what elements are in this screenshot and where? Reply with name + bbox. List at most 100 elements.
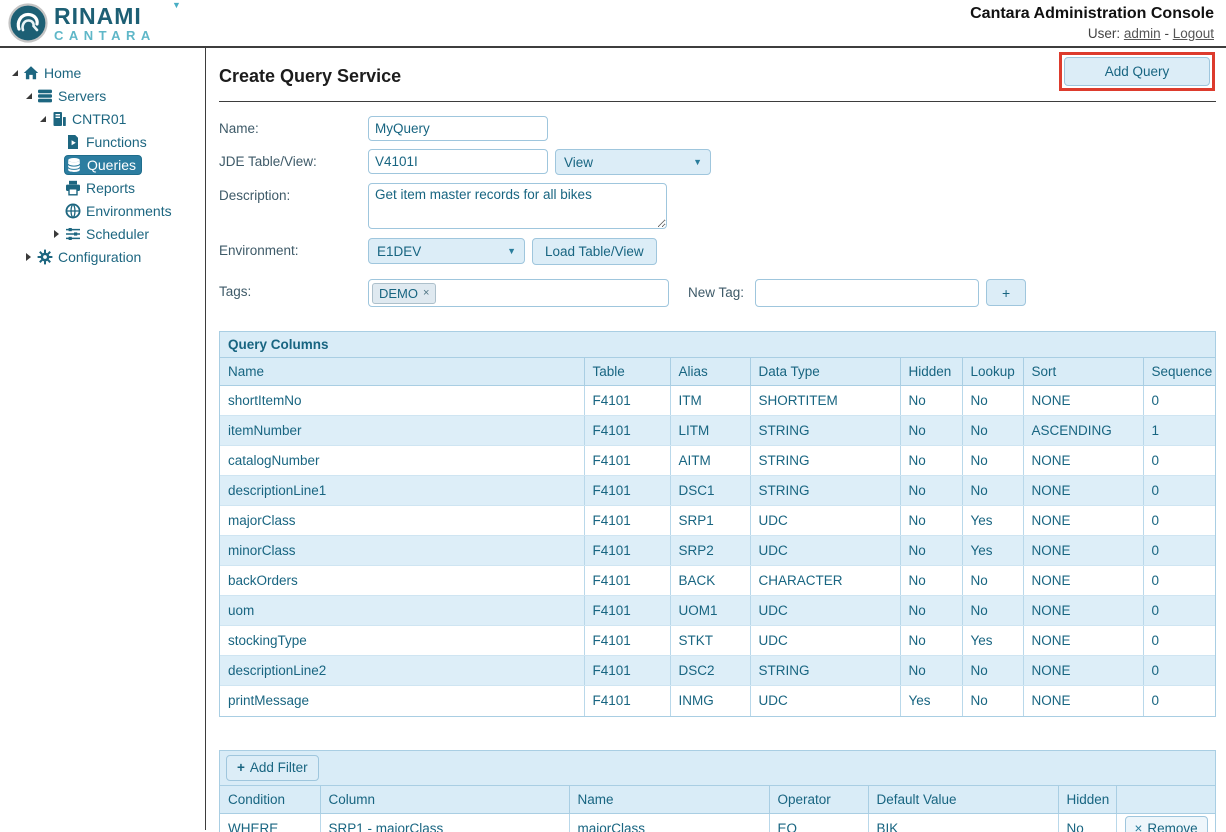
sidebar-item-queries[interactable]: Queries xyxy=(0,153,205,176)
tags-input[interactable]: DEMO × xyxy=(368,279,669,307)
new-tag-label: New Tag: xyxy=(688,285,745,300)
sidebar-item-environments[interactable]: Environments xyxy=(0,199,205,222)
table-cell: NONE xyxy=(1023,655,1144,686)
filter-toolbar: + Add Filter xyxy=(220,750,1215,786)
column-header-sort: Sort xyxy=(1023,358,1144,386)
table-cell: NONE xyxy=(1023,475,1144,506)
sidebar-item-configuration[interactable]: Configuration xyxy=(0,245,205,268)
sidebar-item-functions[interactable]: Functions xyxy=(0,130,205,153)
query-column-row[interactable]: minorClass F4101 SRP2 UDC No Yes NONE 0 xyxy=(220,535,1215,566)
environment-select[interactable]: E1DEV ▼ xyxy=(368,238,525,264)
remove-filter-label: Remove xyxy=(1147,820,1198,832)
collapsed-arrow-icon[interactable] xyxy=(49,229,64,238)
chevron-down-icon: ▼ xyxy=(693,157,702,167)
console-title: Cantara Administration Console xyxy=(970,5,1214,22)
table-cell: No xyxy=(900,565,963,596)
table-cell: NONE xyxy=(1023,385,1144,416)
brand: RINAMI ▼ CANTARA xyxy=(8,0,181,43)
query-column-row[interactable]: backOrders F4101 BACK CHARACTER No No NONE 0 xyxy=(220,565,1215,596)
filter-header-name: Name xyxy=(569,785,770,814)
query-column-row[interactable]: printMessage F4101 INMG UDC Yes No NONE 0 xyxy=(220,685,1215,716)
environment-label: Environment: xyxy=(219,243,299,258)
table-cell: 0 xyxy=(1143,475,1215,506)
table-cell: No xyxy=(962,655,1024,686)
add-query-button[interactable]: Add Query xyxy=(1064,57,1210,86)
table-cell: ITM xyxy=(670,385,751,416)
table-cell: INMG xyxy=(670,685,751,716)
query-column-row[interactable]: itemNumber F4101 LITM STRING No No ASCENDING 1 xyxy=(220,415,1215,446)
sidebar-item-label: Scheduler xyxy=(86,225,150,242)
table-view-type-select[interactable]: View ▼ xyxy=(555,149,711,175)
add-filter-button[interactable]: + Add Filter xyxy=(226,754,319,781)
remove-tag-icon[interactable]: × xyxy=(423,287,429,299)
table-view-type-value: View xyxy=(564,154,594,170)
table-cell: F4101 xyxy=(584,385,671,416)
expanded-arrow-icon[interactable] xyxy=(35,115,50,122)
load-table-view-button[interactable]: Load Table/View xyxy=(532,238,657,265)
brand-product: CANTARA xyxy=(54,27,156,43)
user-bar: User: admin - Logout xyxy=(970,26,1214,41)
column-header-hidden: Hidden xyxy=(900,358,963,386)
remove-filter-button[interactable]: × Remove xyxy=(1124,816,1208,832)
globe-icon xyxy=(65,203,83,219)
table-cell: printMessage xyxy=(220,685,585,716)
add-tag-button[interactable]: + xyxy=(986,279,1027,306)
user-link[interactable]: admin xyxy=(1124,26,1161,41)
chevron-down-icon: ▼ xyxy=(507,246,516,256)
function-icon xyxy=(65,134,83,150)
x-icon: × xyxy=(1134,820,1143,832)
table-cell: No xyxy=(900,415,963,446)
printer-icon xyxy=(65,180,83,196)
table-view-input[interactable] xyxy=(368,149,548,174)
table-cell: 0 xyxy=(1151,693,1160,709)
tags-label: Tags: xyxy=(219,284,252,299)
query-column-row[interactable]: uom F4101 UOM1 UDC No No NONE 0 xyxy=(220,595,1215,626)
filter-header-hidden: Hidden xyxy=(1058,785,1117,814)
expanded-arrow-icon[interactable] xyxy=(7,69,22,76)
tag-chip-label: DEMO xyxy=(379,285,418,301)
query-columns-title: Query Columns xyxy=(220,332,1215,358)
table-cell: backOrders xyxy=(220,565,585,596)
table-cell: majorClass xyxy=(569,813,770,832)
expanded-arrow-icon[interactable] xyxy=(21,92,36,99)
table-cell: stockingType xyxy=(220,625,585,656)
sidebar-item-home[interactable]: Home xyxy=(0,61,205,84)
query-column-row[interactable]: shortItemNo F4101 ITM SHORTITEM No No NONE 0 xyxy=(220,385,1215,416)
table-cell: No xyxy=(900,385,963,416)
database-icon xyxy=(66,157,84,173)
query-column-row[interactable]: majorClass F4101 SRP1 UDC No Yes NONE 0 xyxy=(220,505,1215,536)
query-column-row[interactable]: catalogNumber F4101 AITM STRING No No NONE 0 xyxy=(220,445,1215,476)
table-cell: UDC xyxy=(750,535,901,566)
table-cell: UOM1 xyxy=(670,595,751,626)
brand-name: RINAMI xyxy=(54,2,142,29)
new-tag-input[interactable] xyxy=(755,279,980,307)
filter-header-condition: Condition xyxy=(220,785,321,814)
brand-mark-icon: ▼ xyxy=(172,0,181,10)
query-column-row[interactable]: descriptionLine1 F4101 DSC1 STRING No No NONE 0 xyxy=(220,475,1215,506)
filter-header-column: Column xyxy=(320,785,570,814)
table-cell: No xyxy=(900,595,963,626)
table-cell: No xyxy=(962,685,1024,716)
server-icon xyxy=(51,111,69,127)
table-cell: 0 xyxy=(1143,565,1215,596)
sidebar-item-scheduler[interactable]: Scheduler xyxy=(0,222,205,245)
sidebar-item-reports[interactable]: Reports xyxy=(0,176,205,199)
table-cell: No xyxy=(962,385,1024,416)
table-cell: AITM xyxy=(670,445,751,476)
table-cell: No xyxy=(1058,813,1117,832)
table-cell: Yes xyxy=(962,535,1024,566)
table-cell: NONE xyxy=(1023,685,1144,716)
table-cell: F4101 xyxy=(584,655,671,686)
table-cell: UDC xyxy=(750,595,901,626)
sidebar-item-cntr01[interactable]: CNTR01 xyxy=(0,107,205,130)
collapsed-arrow-icon[interactable] xyxy=(21,252,36,261)
description-textarea[interactable]: Get item master records for all bikes xyxy=(368,183,667,229)
name-input[interactable] xyxy=(368,116,548,141)
query-column-row[interactable]: stockingType F4101 STKT UDC No Yes NONE 0 xyxy=(220,625,1215,656)
logout-link[interactable]: Logout xyxy=(1173,26,1214,41)
sidebar-item-label: Functions xyxy=(86,133,147,150)
sidebar-item-label: Home xyxy=(44,64,82,81)
table-cell: STRING xyxy=(750,445,901,476)
query-column-row[interactable]: descriptionLine2 F4101 DSC2 STRING No No NONE 0 xyxy=(220,655,1215,686)
sidebar-item-servers[interactable]: Servers xyxy=(0,84,205,107)
